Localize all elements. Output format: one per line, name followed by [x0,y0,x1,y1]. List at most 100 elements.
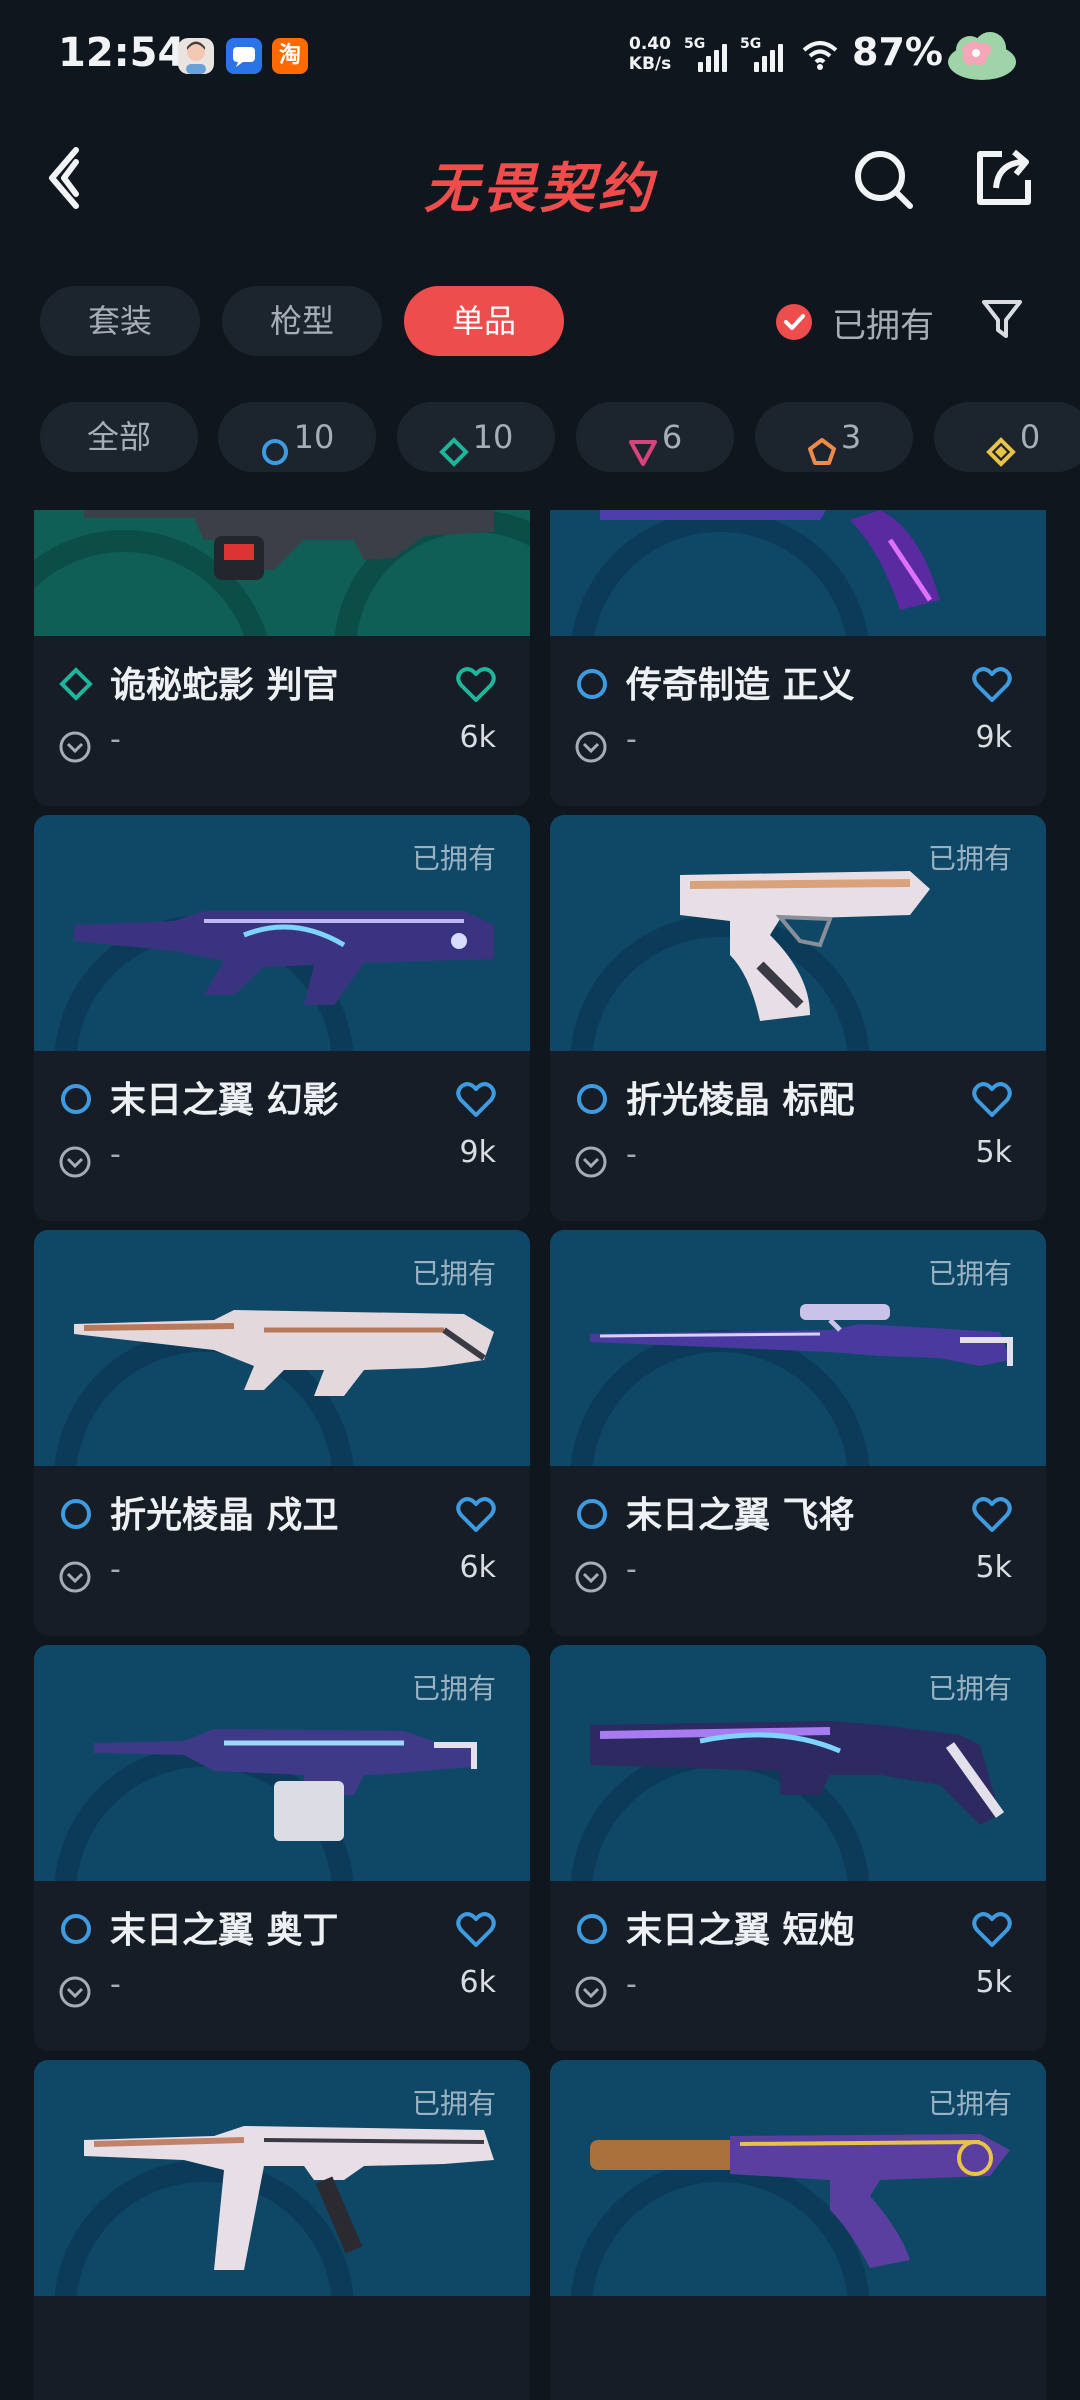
skin-price: - [110,1967,121,2002]
ghost-pistol-image [590,2134,1010,2268]
skin-image: 已拥有 [34,2060,530,2296]
skin-name: 折光棱晶 标配 [626,1080,855,1121]
like-count: 9k [459,1135,496,1170]
deluxe-rarity-icon [59,667,93,701]
share-button[interactable] [972,146,1036,210]
skin-card[interactable]: 已拥有 传奇制造 正义 - 9k [550,510,1046,806]
sim2-network-type: 5G [740,36,762,52]
favorite-heart-icon[interactable] [456,666,496,704]
skin-price: - [626,1552,637,1587]
header-bar: 无畏契约 [0,120,1080,240]
skin-card[interactable]: 已拥有 末日之翼 幻影 - 9k [34,815,530,1221]
price-dropdown-icon [575,1976,607,2008]
select-rarity-icon [61,1084,91,1114]
select-rarity-icon [577,1914,607,1944]
price-dropdown-icon [59,1146,91,1178]
signal-sim2-icon: 5G [740,36,790,76]
network-speed: 0.40 KB/s [620,34,680,74]
skin-info: 诡秘蛇影 判官 - 6k [34,636,530,806]
like-count: 6k [459,720,496,755]
favorite-heart-icon[interactable] [972,1081,1012,1119]
skin-card[interactable]: 已拥有 折光棱晶 戍卫 - 6k [34,1230,530,1636]
favorite-heart-icon[interactable] [972,666,1012,704]
status-bar: 12:54 淘 0.40 KB/s 5G 5G 87% [0,0,1080,110]
favorite-heart-icon[interactable] [456,1496,496,1534]
network-speed-unit: KB/s [628,54,672,74]
chip-deluxe-rarity[interactable]: 10 [397,402,555,472]
bucky-shotgun-image [590,1721,1005,1825]
favorite-heart-icon[interactable] [456,1911,496,1949]
select-rarity-icon [577,669,607,699]
skin-image: 已拥有 [34,1230,530,1466]
exclusive-rarity-icon [807,421,837,465]
skin-image: 已拥有 [34,1645,530,1881]
filter-button[interactable] [978,294,1026,342]
skin-info: 末日之翼 幻影 - 9k [34,1051,530,1221]
messages-app-icon [226,38,262,74]
sim1-network-type: 5G [684,36,706,52]
skin-card[interactable]: 已拥有 折光棱晶 标配 - 5k [550,815,1046,1221]
rarity-filter-chips: 全部 10 10 6 3 0 [40,402,1080,472]
chip-ultra-rarity[interactable]: 0 [934,402,1080,472]
back-button[interactable] [40,140,100,220]
favorite-heart-icon[interactable] [972,1911,1012,1949]
skin-card[interactable]: 已拥有 末日之翼 飞将 - 5k [550,1230,1046,1636]
price-dropdown-icon [575,1146,607,1178]
select-rarity-icon [577,1084,607,1114]
skin-grid: 已拥有 诡秘蛇影 判官 - 6k 已拥有 传奇制造 正义 - 9k [0,510,1080,2400]
skin-card[interactable]: 已拥有 诡秘蛇影 判官 - 6k [34,510,530,806]
like-count: 5k [975,1550,1012,1585]
price-dropdown-icon [575,731,607,763]
deluxe-rarity-icon [438,421,469,467]
search-icon [855,151,913,209]
chip-exclusive-count: 3 [840,418,862,456]
skin-info: 折光棱晶 标配 - 5k [550,1051,1046,1221]
skin-card[interactable]: 已拥有 末日之翼 短炮 - 5k [550,1645,1046,2051]
skin-price: - [626,1137,637,1172]
skin-info [34,2296,530,2400]
skin-image: 已拥有 [550,815,1046,1051]
like-count: 5k [975,1965,1012,2000]
checkmark-icon [776,304,812,340]
skin-name: 折光棱晶 戍卫 [110,1495,339,1536]
tab-weapon-types[interactable]: 枪型 [222,286,382,356]
sheriff-pistol-image [600,510,940,610]
funnel-icon [982,300,1022,338]
skin-info: 折光棱晶 戍卫 - 6k [34,1466,530,1636]
skin-info: 末日之翼 奥丁 - 6k [34,1881,530,2051]
skin-info: 末日之翼 飞将 - 5k [550,1466,1046,1636]
skin-price: - [626,722,637,757]
skin-image: 已拥有 [550,2060,1046,2296]
favorite-heart-icon[interactable] [972,1496,1012,1534]
favorite-heart-icon[interactable] [456,1081,496,1119]
wifi-icon [800,36,840,72]
chip-select-rarity[interactable]: 10 [218,402,376,472]
battery-level: 87% [852,30,943,74]
chip-select-count: 10 [293,418,335,456]
network-speed-value: 0.40 [629,34,671,54]
tab-bundles[interactable]: 套装 [40,286,200,356]
chip-exclusive-rarity[interactable]: 3 [755,402,913,472]
classic-pistol-image [680,871,930,1021]
skin-card[interactable]: 已拥有 末日之翼 奥丁 - 6k [34,1645,530,2051]
skin-card[interactable]: 已拥有 [550,2060,1046,2400]
chip-premium-rarity[interactable]: 6 [576,402,734,472]
skin-name: 传奇制造 正义 [626,665,855,706]
select-rarity-icon [577,1499,607,1529]
owned-filter-label: 已拥有 [832,306,934,346]
skin-name: 末日之翼 飞将 [626,1495,855,1536]
profile-app-icon [178,38,214,74]
skin-price: - [110,1137,121,1172]
guardian-rifle-image [74,1310,494,1396]
search-button[interactable] [852,148,916,212]
skin-image: 已拥有 [550,510,1046,636]
select-rarity-icon [61,1914,91,1944]
skin-card[interactable]: 已拥有 [34,2060,530,2400]
price-dropdown-icon [59,1561,91,1593]
skin-name: 末日之翼 幻影 [110,1080,339,1121]
chip-all[interactable]: 全部 [40,402,198,472]
chip-premium-count: 6 [661,418,683,456]
skin-image: 已拥有 [34,815,530,1051]
tab-single-items[interactable]: 单品 [404,286,564,356]
like-count: 6k [459,1550,496,1585]
